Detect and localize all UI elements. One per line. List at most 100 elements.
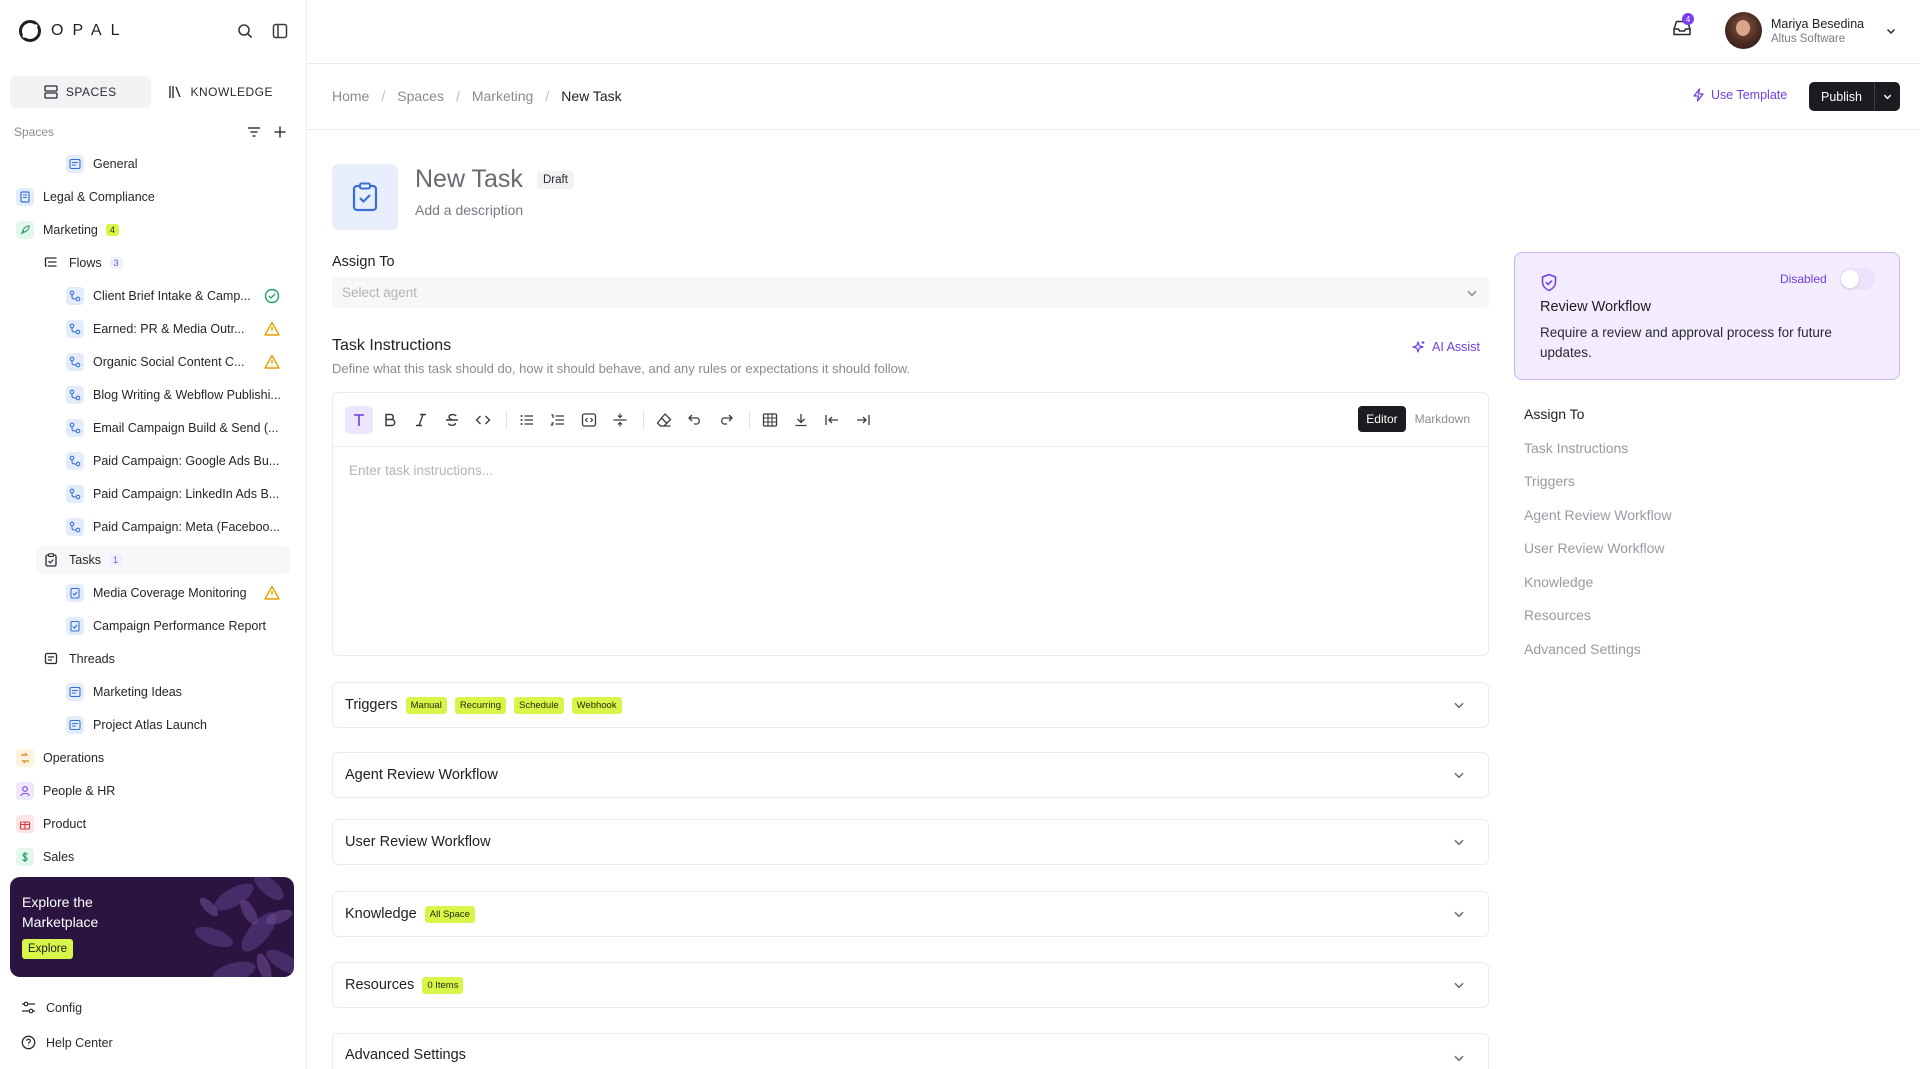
logo[interactable]: OPAL xyxy=(19,20,129,42)
ai-assist-button[interactable]: AI Assist xyxy=(1412,340,1480,354)
toc-user-review[interactable]: User Review Workflow xyxy=(1524,536,1672,570)
toc-knowledge[interactable]: Knowledge xyxy=(1524,570,1672,604)
text-style-icon[interactable] xyxy=(345,405,373,434)
review-workflow-toggle[interactable] xyxy=(1839,268,1875,290)
indent-icon[interactable] xyxy=(849,406,877,434)
list-item-label: Paid Campaign: Google Ads Bu... xyxy=(93,454,280,468)
italic-icon[interactable] xyxy=(407,406,435,434)
tag-badge: Webhook xyxy=(571,696,622,714)
user-menu[interactable]: Mariya Besedina Altus Software xyxy=(1725,12,1897,49)
publish-label: Publish xyxy=(1809,82,1875,111)
list-item[interactable]: Paid Campaign: LinkedIn Ads B... xyxy=(66,480,290,508)
sidebar-item-flows[interactable]: Flows 3 xyxy=(42,249,290,277)
toc-agent-review[interactable]: Agent Review Workflow xyxy=(1524,503,1672,537)
rich-text-editor: Editor Markdown Enter task instructions.… xyxy=(332,392,1489,656)
download-icon[interactable] xyxy=(787,406,815,434)
breadcrumb-marketing[interactable]: Marketing xyxy=(472,88,533,104)
toc-advanced-settings[interactable]: Advanced Settings xyxy=(1524,637,1672,671)
list-item-label: Tasks xyxy=(69,553,101,567)
task-instructions-help: Define what this task should do, how it … xyxy=(332,361,911,376)
bold-icon[interactable] xyxy=(376,406,404,434)
breadcrumb-separator: / xyxy=(455,88,460,104)
description-input[interactable]: Add a description xyxy=(415,202,523,218)
undo-icon[interactable] xyxy=(681,406,709,434)
horizontal-rule-icon[interactable] xyxy=(606,406,634,434)
inbox-button[interactable]: 4 xyxy=(1672,13,1694,38)
config-link[interactable]: Config xyxy=(21,1000,82,1015)
spaces-icon xyxy=(44,85,58,99)
use-template-button[interactable]: Use Template xyxy=(1692,88,1787,102)
outdent-icon[interactable] xyxy=(818,406,846,434)
flow-icon xyxy=(66,353,84,371)
editor-mode-switch: Editor Markdown xyxy=(1358,406,1470,432)
clipboard-icon xyxy=(66,584,84,602)
instructions-textarea[interactable]: Enter task instructions... xyxy=(333,447,1488,494)
chevron-down-icon xyxy=(1885,25,1897,37)
sidebar-item-legal[interactable]: Legal & Compliance xyxy=(16,183,290,211)
triggers-section[interactable]: Triggers Manual Recurring Schedule Webho… xyxy=(332,682,1489,728)
sidebar-item-threads[interactable]: Threads xyxy=(42,645,290,673)
sidebar-item-sales[interactable]: Sales xyxy=(16,843,290,871)
breadcrumb-home[interactable]: Home xyxy=(332,88,369,104)
operations-icon xyxy=(16,749,34,767)
toc-triggers[interactable]: Triggers xyxy=(1524,469,1672,503)
ordered-list-icon[interactable] xyxy=(544,406,572,434)
code-block-icon[interactable] xyxy=(575,406,603,434)
list-item[interactable]: Email Campaign Build & Send (... xyxy=(66,414,290,442)
strikethrough-icon[interactable] xyxy=(438,406,466,434)
tag-badge: Manual xyxy=(405,696,447,714)
search-icon[interactable] xyxy=(234,20,256,42)
toc-resources[interactable]: Resources xyxy=(1524,603,1672,637)
chevron-down-icon[interactable] xyxy=(1875,91,1900,102)
library-icon xyxy=(168,85,182,99)
add-space-icon[interactable] xyxy=(273,125,287,139)
sidebar-toggle-icon[interactable] xyxy=(269,20,291,42)
list-item[interactable]: Paid Campaign: Google Ads Bu... xyxy=(66,447,290,475)
list-item[interactable]: Blog Writing & Webflow Publishi... xyxy=(66,381,290,409)
advanced-settings-section[interactable]: Advanced Settings xyxy=(332,1033,1489,1069)
list-item[interactable]: Marketing Ideas xyxy=(66,678,290,706)
tab-knowledge[interactable]: KNOWLEDGE xyxy=(151,76,292,108)
bullet-list-icon[interactable] xyxy=(513,406,541,434)
toc-task-instructions[interactable]: Task Instructions xyxy=(1524,436,1672,470)
list-item[interactable]: Media Coverage Monitoring xyxy=(66,579,290,607)
publish-button[interactable]: Publish xyxy=(1809,82,1900,111)
filter-icon[interactable] xyxy=(247,125,261,139)
list-item-label: Campaign Performance Report xyxy=(93,619,266,633)
dollar-icon xyxy=(16,848,34,866)
list-item[interactable]: Project Atlas Launch xyxy=(66,711,290,739)
agent-select[interactable]: Select agent xyxy=(332,277,1489,308)
explore-button[interactable]: Explore xyxy=(22,939,73,959)
table-icon[interactable] xyxy=(756,406,784,434)
toc-assign-to[interactable]: Assign To xyxy=(1524,402,1672,436)
chevron-down-icon xyxy=(1452,978,1466,992)
knowledge-section[interactable]: Knowledge All Space xyxy=(332,891,1489,937)
code-icon[interactable] xyxy=(469,406,497,434)
redo-icon[interactable] xyxy=(712,406,740,434)
task-icon xyxy=(332,164,398,230)
list-item[interactable]: Campaign Performance Report xyxy=(66,612,290,640)
task-title[interactable]: New Task xyxy=(415,165,523,194)
chevron-down-icon xyxy=(1452,835,1466,849)
resources-section[interactable]: Resources 0 Items xyxy=(332,962,1489,1008)
sidebar-item-product[interactable]: Product xyxy=(16,810,290,838)
editor-mode-button[interactable]: Editor xyxy=(1358,406,1406,432)
eraser-icon[interactable] xyxy=(650,406,678,434)
sidebar-item-people[interactable]: People & HR xyxy=(16,777,290,805)
list-item[interactable]: Paid Campaign: Meta (Faceboo... xyxy=(66,513,290,541)
breadcrumb-current: New Task xyxy=(561,88,622,104)
sidebar-item-marketing[interactable]: Marketing 4 xyxy=(16,216,290,244)
help-center-link[interactable]: Help Center xyxy=(21,1035,113,1050)
list-item[interactable]: Earned: PR & Media Outr... xyxy=(66,315,290,343)
breadcrumb-spaces[interactable]: Spaces xyxy=(397,88,444,104)
sidebar-item-tasks[interactable]: Tasks 1 xyxy=(36,546,290,574)
list-item[interactable]: Organic Social Content C... xyxy=(66,348,290,376)
agent-review-section[interactable]: Agent Review Workflow xyxy=(332,752,1489,798)
markdown-mode-button[interactable]: Markdown xyxy=(1415,412,1470,426)
sidebar-item-operations[interactable]: Operations xyxy=(16,744,290,772)
help-center-label: Help Center xyxy=(46,1035,113,1050)
user-review-section[interactable]: User Review Workflow xyxy=(332,819,1489,865)
list-item[interactable]: General xyxy=(66,150,290,178)
tab-spaces[interactable]: SPACES xyxy=(10,76,151,108)
list-item[interactable]: Client Brief Intake & Camp... xyxy=(66,282,290,310)
